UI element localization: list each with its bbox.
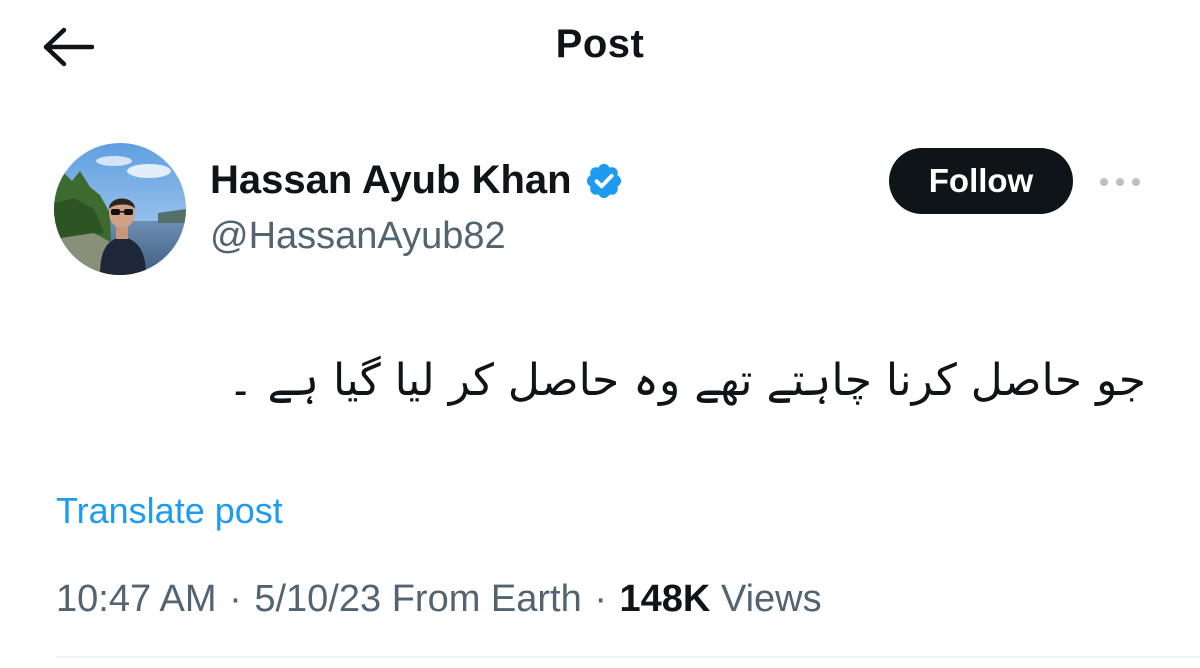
avatar[interactable] xyxy=(54,143,186,275)
page-title: Post xyxy=(555,22,645,66)
profile-photo xyxy=(54,143,186,275)
post-meta: 10:47 AM · 5/10/23 From Earth · 148K Vie… xyxy=(56,578,822,621)
views-count: 148K xyxy=(619,578,711,620)
author-name[interactable]: Hassan Ayub Khan xyxy=(210,158,624,203)
author-handle[interactable]: @HassanAyub82 xyxy=(210,215,506,258)
divider xyxy=(56,656,1200,658)
post-source: From Earth xyxy=(391,578,582,620)
top-bar: Post xyxy=(0,0,1200,96)
post-date[interactable]: 5/10/23 xyxy=(254,578,381,620)
post-time[interactable]: 10:47 AM xyxy=(56,578,217,620)
separator-dot: · xyxy=(229,578,242,620)
translate-post-link[interactable]: Translate post xyxy=(56,490,283,532)
more-horizontal-icon xyxy=(1100,178,1140,186)
separator-dot: · xyxy=(594,578,607,620)
follow-button[interactable]: Follow xyxy=(889,148,1073,214)
verified-badge-icon xyxy=(586,163,621,198)
views-label: Views xyxy=(720,578,822,620)
author-name-label: Hassan Ayub Khan xyxy=(210,158,572,202)
more-options-button[interactable] xyxy=(1092,160,1148,204)
post-text: جو حاصل کرنا چاہتے تھے وہ حاصل کر لیا گی… xyxy=(227,355,1146,406)
